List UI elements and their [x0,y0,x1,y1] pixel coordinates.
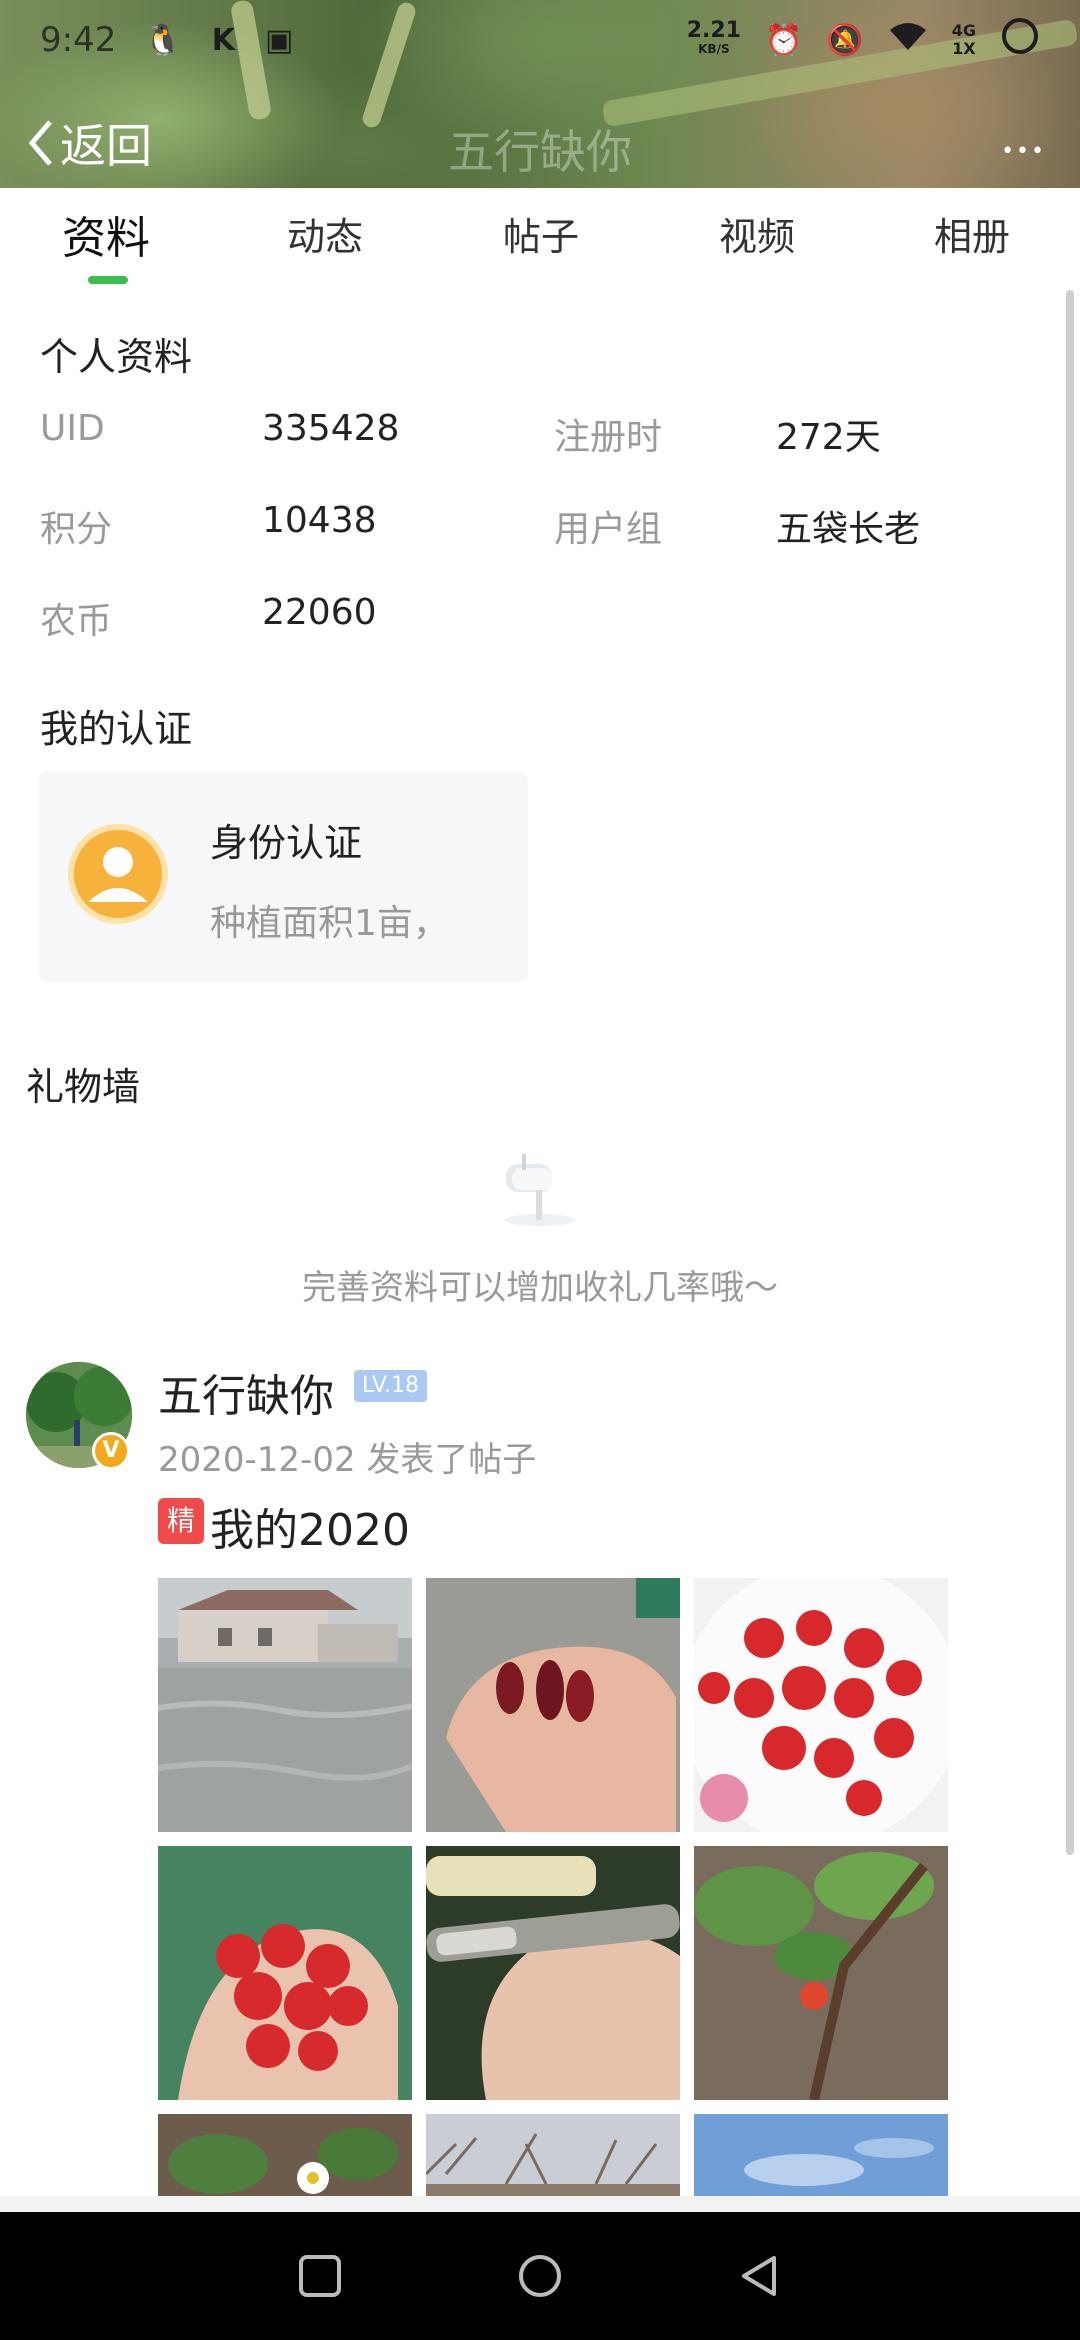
net-speed: 2.21 KB/S [686,18,742,58]
post-image-strawberries-plate[interactable] [694,1578,948,1832]
triangle-back-icon [742,2256,776,2296]
recent-apps-button[interactable] [296,2252,344,2300]
group-label: 用户组 [554,509,663,550]
tab-albums[interactable]: 相册 [934,206,1010,261]
tab-activity[interactable]: 动态 [287,206,363,261]
post-author-name[interactable]: 五行缺你 [158,1360,334,1424]
circle-icon [519,2255,561,2297]
post-image-strawberry-flower[interactable] [158,2114,412,2198]
uid-label: UID [40,408,105,449]
points-value: 10438 [262,500,377,541]
tab-profile[interactable]: 资料 [62,202,150,266]
profile-header: 9:42 🐧 K ▣ 2.21 KB/S ⏰ 🔕 4G 1X 返回 五行缺你 •… [0,0,1080,188]
post-title[interactable]: 我的2020 [210,1494,410,1558]
group-value: 五袋长老 [776,509,921,550]
status-time: 9:42 [40,20,117,60]
post-meta: 2020-12-02 发表了帖子 [158,1440,537,1480]
scrollbar[interactable] [1066,290,1074,1855]
certification-desc: 种植面积1亩， [210,903,449,944]
square-icon [299,2255,341,2297]
verified-badge: V [92,1432,130,1470]
network-label: 4G [951,21,976,40]
qq-icon: 🐧 [144,22,182,58]
more-options-button[interactable]: ••• [1001,122,1046,168]
net-speed-value: 2.21 [686,18,742,43]
post-image-house-flood[interactable] [158,1578,412,1832]
list-bottom-edge [0,2196,1080,2212]
certification-title: 身份认证 [210,821,363,865]
battery-icon [1000,16,1040,64]
header-title: 五行缺你 [448,125,632,179]
points-label: 积分 [40,509,113,550]
mailbox-icon [496,1150,586,1230]
post-image-strawberries-hand[interactable] [158,1846,412,2100]
post-image-mulberries[interactable] [426,1578,680,1832]
post-image-bare-trees[interactable] [426,2114,680,2198]
k-app-icon: K [211,22,235,58]
more-icon: ••• [1001,139,1046,164]
register-value: 272天 [776,417,881,458]
coins-label: 农币 [40,601,113,642]
user-avatar-icon [68,824,168,924]
certification-section-title: 我的认证 [40,707,193,751]
register-label: 注册时 [554,417,663,458]
profile-tabs: 资料 动态 帖子 视频 相册 [0,188,1080,288]
status-bar: 9:42 🐧 K ▣ 2.21 KB/S ⏰ 🔕 4G 1X [0,0,1080,80]
network-indicator: 4G 1X [952,22,976,58]
gift-wall-hint: 完善资料可以增加收礼几率哦～ [302,1268,778,1308]
home-button[interactable] [516,2252,564,2300]
tab-videos[interactable]: 视频 [719,206,795,261]
system-navigation-bar [0,2212,1080,2340]
level-badge: LV.18 [354,1370,428,1402]
back-nav-button[interactable] [736,2252,784,2300]
post-image-blue-sky[interactable] [694,2114,948,2198]
featured-badge: 精 [158,1498,204,1544]
alarm-icon: ⏰ [765,22,803,58]
mute-icon: 🔕 [826,22,864,58]
status-notification-icons: 🐧 K ▣ [144,23,293,58]
uid-value: 335428 [262,408,400,449]
status-system-icons: 2.21 KB/S ⏰ 🔕 4G 1X [687,16,1040,64]
coins-value: 22060 [262,592,377,633]
wifi-icon [888,20,928,60]
tab-posts[interactable]: 帖子 [503,206,579,261]
active-tab-indicator [88,276,128,284]
network-sub: 1X [952,39,976,58]
profile-section-title: 个人资料 [40,335,193,379]
header-nav: 返回 五行缺你 ••• [0,100,1080,184]
post-image-raspberry-plant[interactable] [694,1846,948,2100]
post-image-grafting-branch[interactable] [426,1846,680,2100]
certification-card[interactable]: 身份认证 种植面积1亩， [38,772,528,982]
gift-wall-section-title: 礼物墙 [26,1065,141,1109]
image-icon: ▣ [264,22,294,58]
